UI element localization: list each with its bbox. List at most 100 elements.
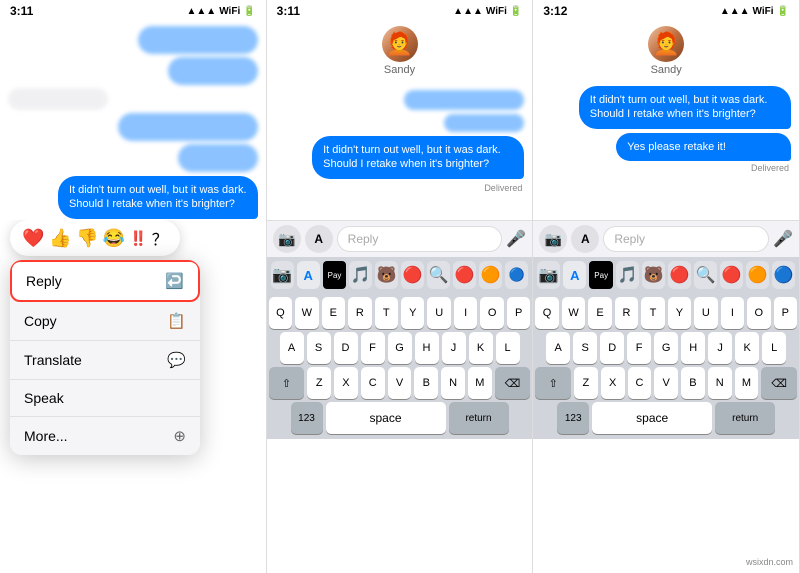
emoji-search-3[interactable]: 🔍	[694, 261, 717, 289]
emoji-pay-2[interactable]: Pay	[323, 261, 347, 289]
emoji-red2-3[interactable]: 🔴	[720, 261, 743, 289]
key-e-2[interactable]: E	[322, 297, 345, 329]
key-x-3[interactable]: X	[601, 367, 625, 399]
key-del-2[interactable]: ⌫	[495, 367, 531, 399]
emoji-red-3[interactable]: 🔴	[668, 261, 691, 289]
emoji-photos-3[interactable]: 📷	[537, 261, 560, 289]
key-d-3[interactable]: D	[600, 332, 624, 364]
key-b-2[interactable]: B	[414, 367, 438, 399]
key-s-2[interactable]: S	[307, 332, 331, 364]
key-m-2[interactable]: M	[468, 367, 492, 399]
key-k-2[interactable]: K	[469, 332, 493, 364]
emoji-orange-3[interactable]: 🟠	[746, 261, 769, 289]
key-w-3[interactable]: W	[562, 297, 585, 329]
menu-more[interactable]: More... ⊕	[10, 417, 200, 455]
key-u-3[interactable]: U	[694, 297, 717, 329]
menu-copy[interactable]: Copy 📋	[10, 302, 200, 341]
key-y-3[interactable]: Y	[668, 297, 691, 329]
key-shift-2[interactable]: ⇧	[269, 367, 305, 399]
key-nums-2[interactable]: 123	[291, 402, 323, 434]
key-q-2[interactable]: Q	[269, 297, 292, 329]
emoji-red-2[interactable]: 🔴	[401, 261, 424, 289]
key-r-2[interactable]: R	[348, 297, 371, 329]
key-p-2[interactable]: P	[507, 297, 530, 329]
key-l-3[interactable]: L	[762, 332, 786, 364]
key-w-2[interactable]: W	[295, 297, 318, 329]
emoji-music-2[interactable]: 🎵	[349, 261, 372, 289]
key-v-2[interactable]: V	[388, 367, 412, 399]
key-r-3[interactable]: R	[615, 297, 638, 329]
key-n-2[interactable]: N	[441, 367, 465, 399]
key-v-3[interactable]: V	[654, 367, 678, 399]
key-z-3[interactable]: Z	[574, 367, 598, 399]
emoji-blue-3[interactable]: 🔵	[772, 261, 795, 289]
key-o-2[interactable]: O	[480, 297, 503, 329]
key-return-2[interactable]: return	[449, 402, 509, 434]
key-l-2[interactable]: L	[496, 332, 520, 364]
key-j-3[interactable]: J	[708, 332, 732, 364]
key-t-2[interactable]: T	[375, 297, 398, 329]
reaction-thumbsup[interactable]: 👍	[49, 228, 71, 249]
reaction-heart[interactable]: ❤️	[22, 228, 44, 249]
key-b-3[interactable]: B	[681, 367, 705, 399]
key-k-3[interactable]: K	[735, 332, 759, 364]
apps-btn-2[interactable]: A	[305, 225, 333, 253]
message-input-2[interactable]: Reply	[337, 226, 503, 252]
camera-btn-2[interactable]: 📷	[273, 225, 301, 253]
reaction-question[interactable]: ？	[152, 226, 168, 250]
menu-translate[interactable]: Translate 💬	[10, 341, 200, 380]
key-a-3[interactable]: A	[546, 332, 570, 364]
menu-reply[interactable]: Reply ↩️	[10, 260, 200, 302]
emoji-pay-3[interactable]: Pay	[589, 261, 613, 289]
key-nums-3[interactable]: 123	[557, 402, 589, 434]
emoji-photos-2[interactable]: 📷	[271, 261, 294, 289]
emoji-face-2[interactable]: 🐻	[375, 261, 398, 289]
key-return-3[interactable]: return	[715, 402, 775, 434]
emoji-appstore-2[interactable]: A	[297, 261, 320, 289]
key-i-2[interactable]: I	[454, 297, 477, 329]
reaction-exclaim[interactable]: ‼️	[130, 230, 147, 247]
key-h-2[interactable]: H	[415, 332, 439, 364]
key-f-2[interactable]: F	[361, 332, 385, 364]
key-q-3[interactable]: Q	[535, 297, 558, 329]
emoji-orange-2[interactable]: 🟠	[479, 261, 502, 289]
emoji-search-2[interactable]: 🔍	[427, 261, 450, 289]
message-input-3[interactable]: Reply	[603, 226, 769, 252]
key-d-2[interactable]: D	[334, 332, 358, 364]
key-h-3[interactable]: H	[681, 332, 705, 364]
emoji-appstore-3[interactable]: A	[563, 261, 586, 289]
emoji-face-3[interactable]: 🐻	[642, 261, 665, 289]
camera-btn-3[interactable]: 📷	[539, 225, 567, 253]
emoji-red2-2[interactable]: 🔴	[453, 261, 476, 289]
key-t-3[interactable]: T	[641, 297, 664, 329]
key-j-2[interactable]: J	[442, 332, 466, 364]
emoji-music-3[interactable]: 🎵	[616, 261, 639, 289]
menu-speak[interactable]: Speak	[10, 380, 200, 417]
key-m-3[interactable]: M	[735, 367, 759, 399]
key-a-2[interactable]: A	[280, 332, 304, 364]
key-u-2[interactable]: U	[427, 297, 450, 329]
key-s-3[interactable]: S	[573, 332, 597, 364]
wifi-icon-3: WiFi	[753, 6, 774, 17]
apps-btn-3[interactable]: A	[571, 225, 599, 253]
key-p-3[interactable]: P	[774, 297, 797, 329]
key-o-3[interactable]: O	[747, 297, 770, 329]
key-c-2[interactable]: C	[361, 367, 385, 399]
key-g-3[interactable]: G	[654, 332, 678, 364]
emoji-blue-2[interactable]: 🔵	[505, 261, 528, 289]
key-e-3[interactable]: E	[588, 297, 611, 329]
key-x-2[interactable]: X	[334, 367, 358, 399]
reaction-thumbsdown[interactable]: 👎	[76, 228, 98, 249]
key-z-2[interactable]: Z	[307, 367, 331, 399]
key-i-3[interactable]: I	[721, 297, 744, 329]
key-space-2[interactable]: space	[326, 402, 446, 434]
key-space-3[interactable]: space	[592, 402, 712, 434]
key-del-3[interactable]: ⌫	[761, 367, 797, 399]
key-f-3[interactable]: F	[627, 332, 651, 364]
key-y-2[interactable]: Y	[401, 297, 424, 329]
key-c-3[interactable]: C	[628, 367, 652, 399]
reaction-laugh[interactable]: 😂	[103, 228, 125, 249]
key-n-3[interactable]: N	[708, 367, 732, 399]
key-g-2[interactable]: G	[388, 332, 412, 364]
key-shift-3[interactable]: ⇧	[535, 367, 571, 399]
